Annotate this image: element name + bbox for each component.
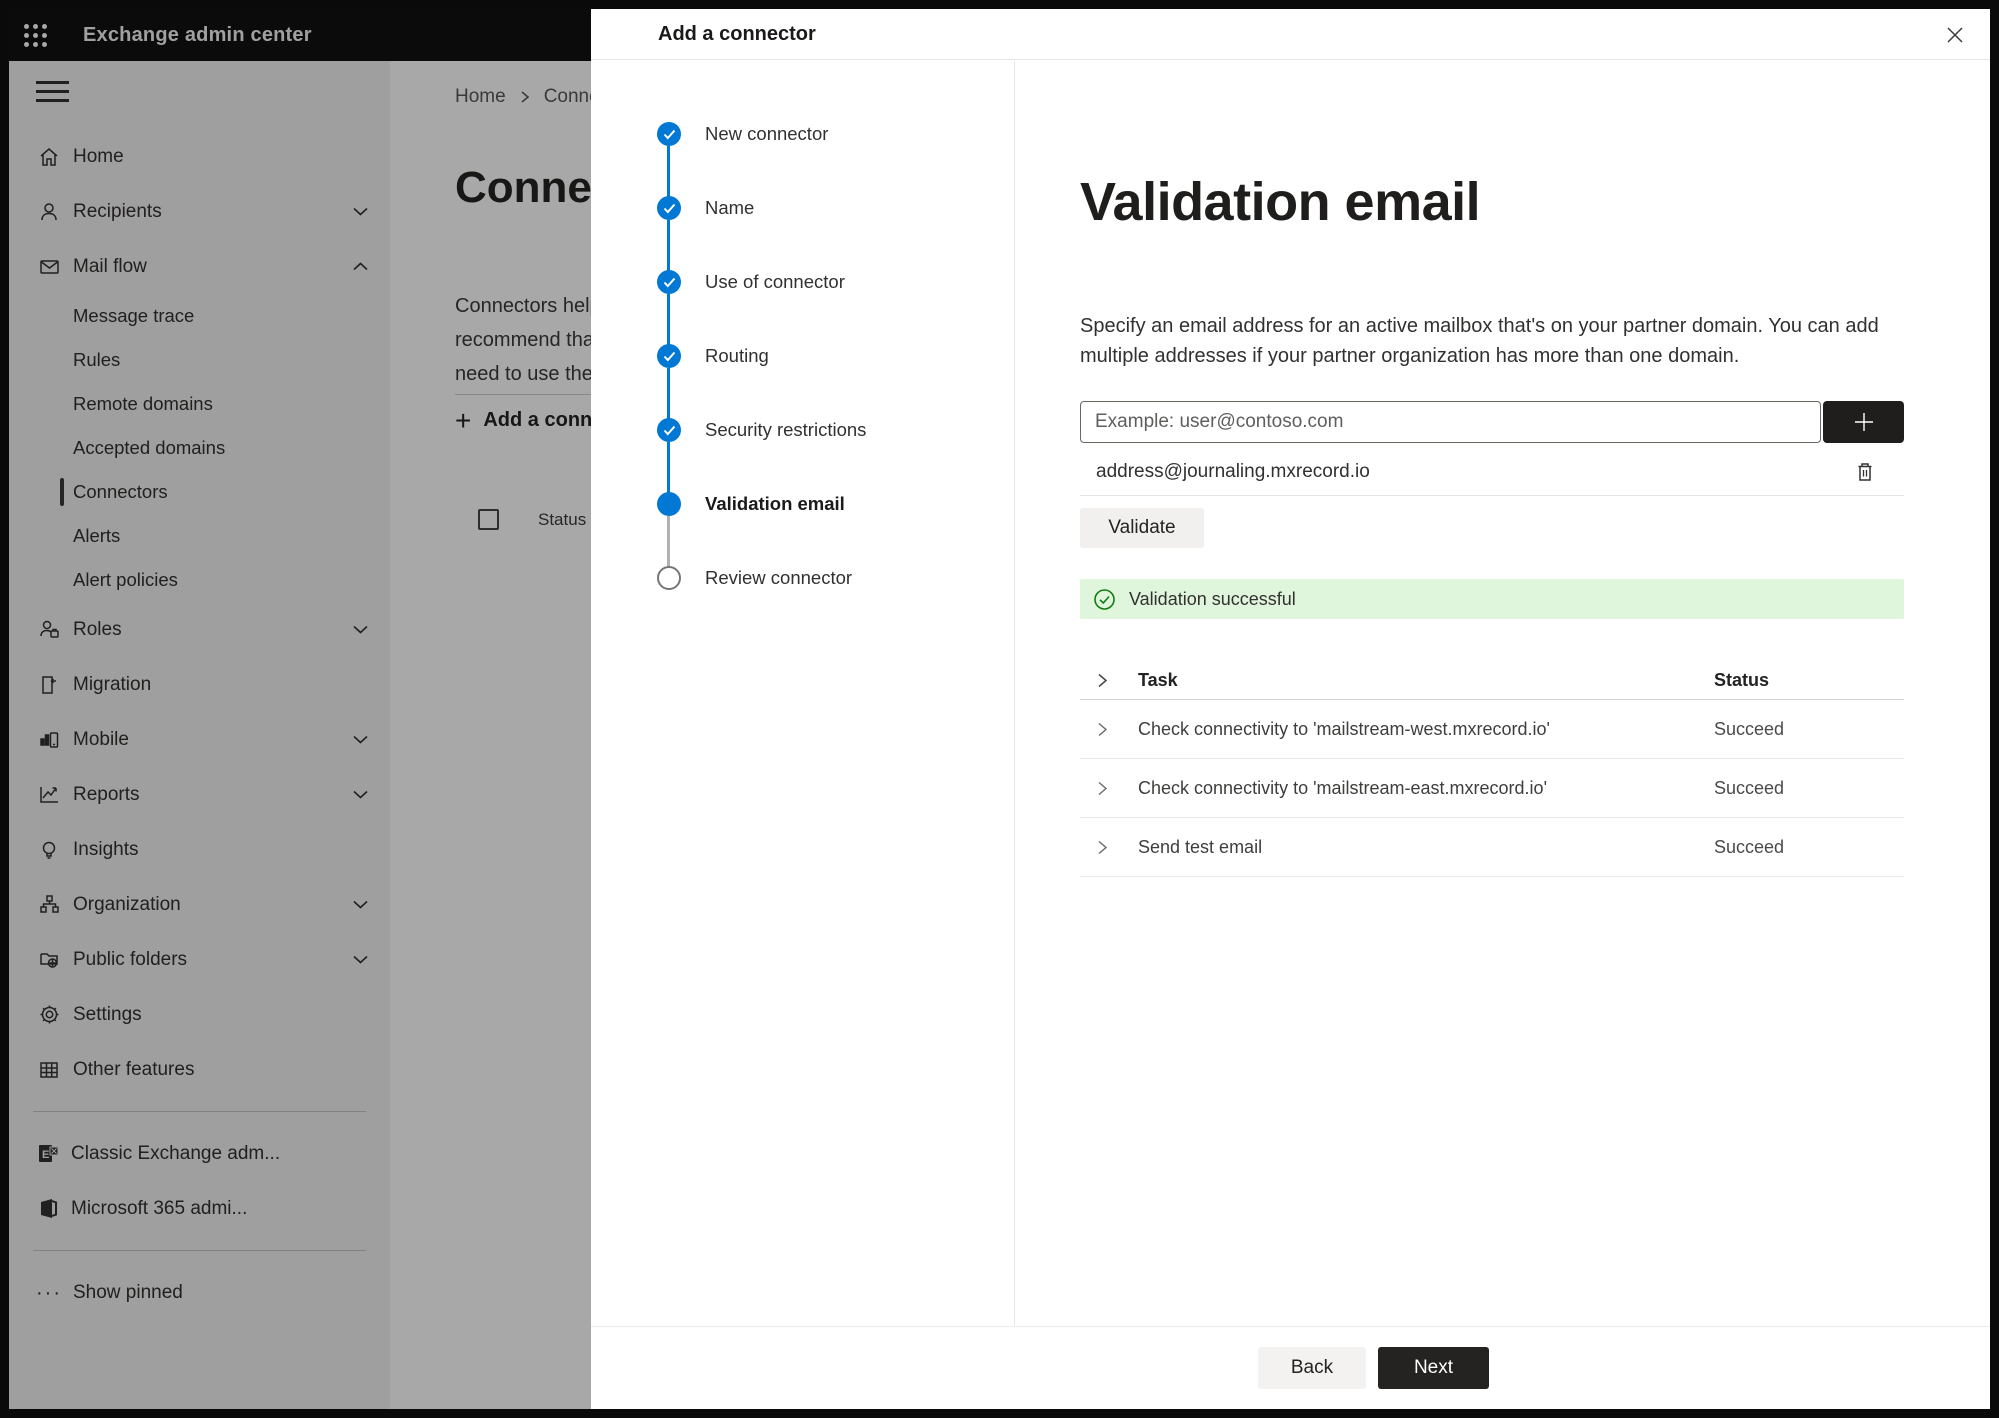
task-cell: Check connectivity to 'mailstream-west.m… xyxy=(1138,718,1550,739)
expand-row-chevron[interactable] xyxy=(1080,721,1138,738)
task-cell: Check connectivity to 'mailstream-east.m… xyxy=(1138,777,1548,798)
step-new-connector[interactable]: New connector xyxy=(657,122,828,146)
next-button[interactable]: Next xyxy=(1378,1347,1489,1389)
trash-icon xyxy=(1858,463,1872,481)
step-name[interactable]: Name xyxy=(657,196,754,220)
added-address-row: address@journaling.mxrecord.io xyxy=(1080,449,1904,495)
step-connector-line xyxy=(667,220,670,272)
chevron-right-icon xyxy=(1098,722,1108,736)
close-button[interactable] xyxy=(1942,22,1968,48)
plus-icon xyxy=(1854,413,1873,431)
step-check-icon xyxy=(657,270,681,294)
step-check-icon xyxy=(657,344,681,368)
email-address-input[interactable] xyxy=(1080,401,1821,443)
back-button[interactable]: Back xyxy=(1258,1347,1366,1389)
wizard-content: Validation email Specify an email addres… xyxy=(1014,61,1990,1326)
chevron-right-icon xyxy=(1098,840,1108,854)
task-column-header: Task xyxy=(1138,670,1178,690)
status-cell: Succeed xyxy=(1714,777,1785,798)
validation-task-table: Task Status Check connectivity to 'mails… xyxy=(1080,662,1904,877)
added-address: address@journaling.mxrecord.io xyxy=(1096,461,1370,482)
close-icon xyxy=(1947,27,1963,43)
modal-overlay xyxy=(9,9,591,1409)
status-cell: Succeed xyxy=(1714,718,1785,739)
chevron-right-icon xyxy=(1098,673,1108,688)
wizard-steps: New connector Name Use of connector Rout… xyxy=(591,61,1014,1409)
table-row: Check connectivity to 'mailstream-west.m… xyxy=(1080,700,1904,759)
status-column-header: Status xyxy=(1714,670,1770,690)
step-upcoming-dot xyxy=(657,566,681,590)
step-security-restrictions[interactable]: Security restrictions xyxy=(657,418,866,442)
add-connector-panel: Add a connector New connector Name Use o… xyxy=(591,9,1990,1409)
table-header-row: Task Status xyxy=(1080,662,1904,700)
step-current-dot xyxy=(657,492,681,516)
success-banner-text: Validation successful xyxy=(1129,588,1296,609)
step-connector-line xyxy=(667,146,670,198)
step-review-connector[interactable]: Review connector xyxy=(657,566,852,590)
screen: Exchange admin center Home Recipients Ma… xyxy=(9,9,1990,1409)
expand-all-chevron[interactable] xyxy=(1080,672,1138,689)
delete-address-button[interactable] xyxy=(1852,458,1878,486)
table-row: Check connectivity to 'mailstream-east.m… xyxy=(1080,759,1904,818)
page-title: Validation email xyxy=(1080,172,1481,232)
step-connector-line xyxy=(667,442,670,494)
success-check-icon xyxy=(1094,588,1115,610)
table-row: Send test email Succeed xyxy=(1080,818,1904,877)
step-use-of-connector[interactable]: Use of connector xyxy=(657,270,845,294)
step-routing[interactable]: Routing xyxy=(657,344,769,368)
page-description: Specify an email address for an active m… xyxy=(1080,315,1879,367)
add-address-button[interactable] xyxy=(1823,401,1904,443)
expand-row-chevron[interactable] xyxy=(1080,780,1138,797)
step-validation-email[interactable]: Validation email xyxy=(657,492,845,516)
panel-header: Add a connector xyxy=(591,9,1990,60)
task-cell: Send test email xyxy=(1138,836,1263,857)
panel-title: Add a connector xyxy=(658,23,816,45)
validate-button[interactable]: Validate xyxy=(1080,508,1204,548)
step-connector-line xyxy=(667,516,670,568)
step-connector-line xyxy=(667,294,670,346)
success-banner: Validation successful xyxy=(1080,579,1904,619)
expand-row-chevron[interactable] xyxy=(1080,839,1138,856)
panel-footer: Back Next xyxy=(591,1326,1990,1409)
address-list-divider xyxy=(1080,495,1904,496)
step-check-icon xyxy=(657,122,681,146)
status-cell: Succeed xyxy=(1714,836,1785,857)
chevron-right-icon xyxy=(1098,781,1108,795)
step-check-icon xyxy=(657,418,681,442)
step-check-icon xyxy=(657,196,681,220)
step-connector-line xyxy=(667,368,670,420)
